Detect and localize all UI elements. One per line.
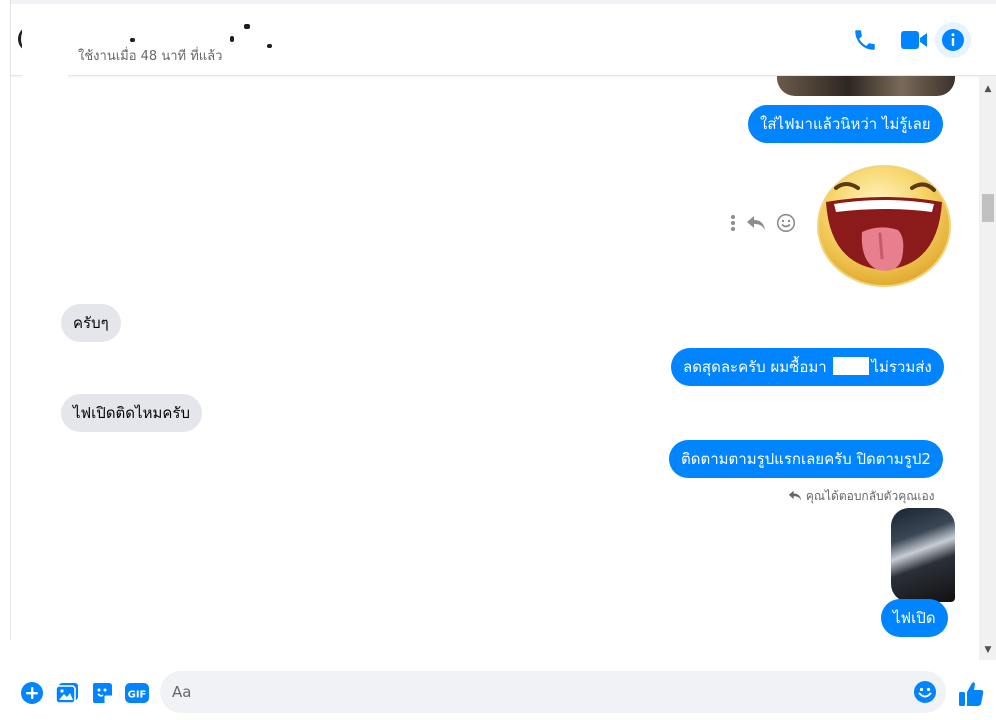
phone-icon[interactable] — [851, 26, 879, 54]
scroll-up-arrow[interactable]: ▲ — [983, 84, 993, 94]
composer-corner — [0, 640, 10, 660]
more-options-icon[interactable] — [730, 214, 736, 232]
plus-icon[interactable] — [19, 680, 45, 706]
info-icon — [942, 29, 964, 51]
photo-icon[interactable] — [54, 680, 80, 706]
info-button[interactable] — [935, 22, 971, 58]
redacted-price — [833, 357, 870, 375]
sticker-icon[interactable] — [89, 680, 115, 706]
message-outgoing[interactable]: ลดสุดละครับ ผมซื้อมา ไม่รวมส่ง — [671, 348, 944, 386]
video-camera-icon[interactable] — [900, 26, 928, 54]
left-divider — [10, 0, 11, 640]
reply-icon[interactable] — [746, 215, 766, 231]
shared-photo[interactable] — [891, 508, 955, 602]
message-outgoing[interactable]: ติดตามตามรูปแรกเลยครับ ปิดตามรูป2 — [669, 440, 943, 478]
laughing-tongue-sticker[interactable] — [812, 162, 956, 292]
chat-scrollbar[interactable] — [979, 76, 996, 660]
message-input-container — [160, 671, 946, 713]
message-outgoing[interactable]: ไฟเปิด — [881, 599, 948, 637]
react-emoji-icon[interactable] — [776, 213, 796, 233]
scrollbar-thumb[interactable] — [982, 194, 994, 222]
shared-image-top[interactable] — [777, 76, 955, 96]
message-input[interactable] — [172, 671, 902, 713]
header-top-strip — [11, 0, 996, 4]
message-incoming[interactable]: ไฟเปิดติดไหมครับ — [61, 394, 202, 432]
message-incoming[interactable]: ครับๆ — [61, 304, 121, 342]
reply-note-text: คุณได้ตอบกลับตัวคุณเอง — [805, 489, 935, 503]
message-text: ไม่รวมส่ง — [871, 358, 932, 376]
message-text: ลดสุดละครับ ผมซื้อมา — [683, 358, 827, 376]
message-actions — [730, 212, 805, 234]
scroll-down-arrow[interactable]: ▼ — [983, 645, 993, 655]
gif-icon[interactable]: GIF — [124, 680, 150, 706]
last-active-status: ใช้งานเมื่อ 48 นาที ที่แล้ว — [78, 49, 223, 64]
emoji-icon[interactable] — [913, 680, 937, 704]
reply-icon — [788, 490, 802, 501]
reply-indicator: คุณได้ตอบกลับตัวคุณเอง — [788, 487, 935, 506]
avatar-redaction — [22, 18, 68, 80]
svg-text:GIF: GIF — [128, 690, 147, 701]
like-icon[interactable] — [957, 680, 985, 708]
messenger-window: ใช้งานเมื่อ 48 นาที ที่แล้ว ใส่ไฟมาแล้วน… — [0, 0, 996, 720]
message-outgoing[interactable]: ใส่ไฟมาแล้วนิหว่า ไม่รู้เลย — [748, 105, 943, 143]
contact-name[interactable] — [112, 24, 272, 48]
